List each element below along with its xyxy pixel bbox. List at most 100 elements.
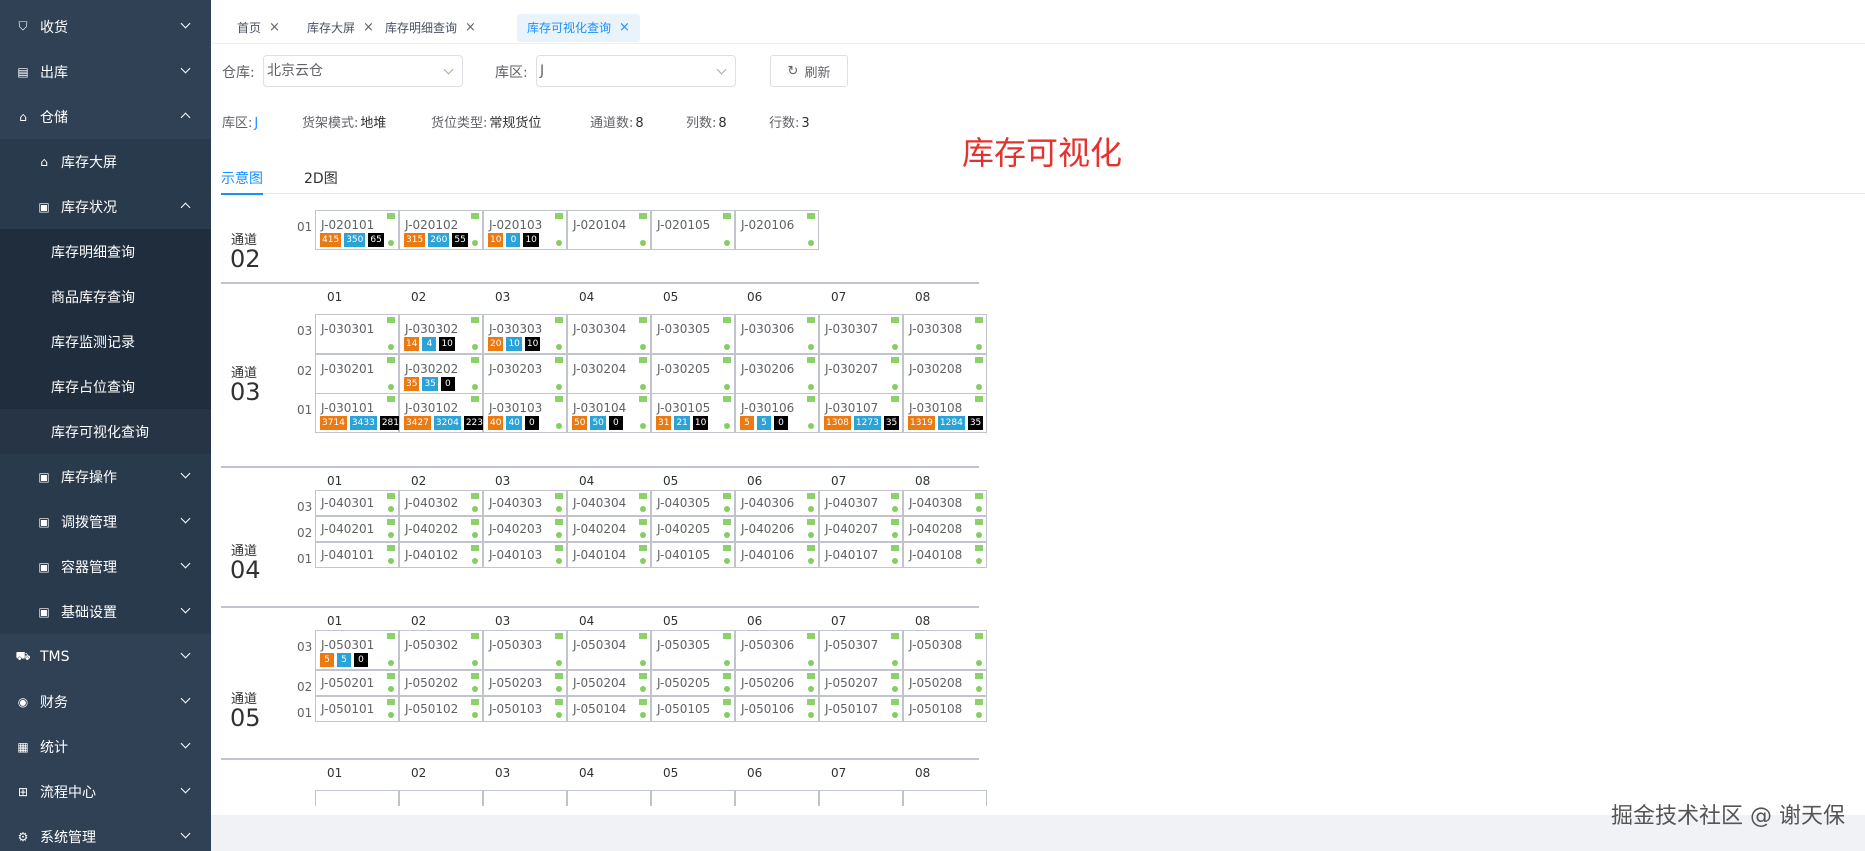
storage-location-cell[interactable]: J-040304 bbox=[567, 490, 651, 516]
storage-location-cell[interactable]: J-040204 bbox=[567, 516, 651, 542]
storage-location-cell[interactable]: J-040103 bbox=[483, 542, 567, 568]
storage-location-cell[interactable]: J-040202 bbox=[399, 516, 483, 542]
storage-location-cell[interactable]: J-050304 bbox=[567, 630, 651, 670]
storage-location-cell[interactable]: J-030103 40 40 0 bbox=[483, 393, 567, 433]
storage-location-cell[interactable]: J-030108 1319 1284 35 bbox=[903, 393, 987, 433]
storage-location-cell[interactable]: J-050204 bbox=[567, 670, 651, 696]
sidebar-item-tongji[interactable]: ▦ 统计 bbox=[0, 724, 211, 769]
storage-location-cell[interactable] bbox=[651, 790, 735, 806]
storage-location-cell[interactable]: J-050201 bbox=[315, 670, 399, 696]
storage-location-cell[interactable]: J-050206 bbox=[735, 670, 819, 696]
storage-location-cell[interactable]: J-040307 bbox=[819, 490, 903, 516]
storage-location-cell[interactable]: J-050305 bbox=[651, 630, 735, 670]
storage-location-cell[interactable]: J-050306 bbox=[735, 630, 819, 670]
storage-location-cell[interactable]: J-040207 bbox=[819, 516, 903, 542]
storage-location-cell[interactable]: J-050104 bbox=[567, 696, 651, 722]
storage-location-cell[interactable]: J-050203 bbox=[483, 670, 567, 696]
storage-location-cell[interactable]: J-050202 bbox=[399, 670, 483, 696]
storage-location-cell[interactable] bbox=[735, 790, 819, 806]
sidebar-item-kucunzhuangkuang[interactable]: ▣ 库存状况 bbox=[0, 184, 211, 229]
sidebar-item-tms[interactable]: ⛟ TMS bbox=[0, 634, 211, 679]
storage-location-cell[interactable]: J-030105 31 21 10 bbox=[651, 393, 735, 433]
storage-location-cell[interactable]: J-020102 315 260 55 bbox=[399, 210, 483, 250]
storage-location-cell[interactable]: J-050108 bbox=[903, 696, 987, 722]
sidebar-item-diaobo[interactable]: ▣ 调拨管理 bbox=[0, 499, 211, 544]
storage-location-cell[interactable]: J-030101 3714 3433 281 bbox=[315, 393, 401, 433]
storage-location-cell[interactable]: J-040203 bbox=[483, 516, 567, 542]
sidebar-item-xitong[interactable]: ⚙ 系统管理 bbox=[0, 814, 211, 851]
close-icon[interactable]: × bbox=[619, 14, 630, 42]
sidebar-item-jichu[interactable]: ▣ 基础设置 bbox=[0, 589, 211, 634]
sidebar-item-kucuncaozuo[interactable]: ▣ 库存操作 bbox=[0, 454, 211, 499]
close-icon[interactable]: × bbox=[465, 14, 476, 42]
storage-location-cell[interactable]: J-040107 bbox=[819, 542, 903, 568]
storage-location-cell[interactable]: J-050106 bbox=[735, 696, 819, 722]
storage-location-cell[interactable]: J-030202 35 35 0 bbox=[399, 354, 483, 394]
storage-location-cell[interactable]: J-050208 bbox=[903, 670, 987, 696]
storage-location-cell[interactable]: J-030201 bbox=[315, 354, 399, 394]
storage-location-cell[interactable]: J-030206 bbox=[735, 354, 819, 394]
storage-location-cell[interactable]: J-050102 bbox=[399, 696, 483, 722]
storage-location-cell[interactable]: J-050302 bbox=[399, 630, 483, 670]
storage-location-cell[interactable] bbox=[819, 790, 903, 806]
storage-location-cell[interactable]: J-040101 bbox=[315, 542, 399, 568]
tab-tag-3[interactable]: 库存可视化查询 × bbox=[517, 14, 640, 42]
storage-location-cell[interactable] bbox=[903, 790, 987, 806]
tab-tag-0[interactable]: 首页 × bbox=[227, 14, 290, 42]
storage-location-cell[interactable]: J-030307 bbox=[819, 314, 903, 354]
storage-location-cell[interactable]: J-030207 bbox=[819, 354, 903, 394]
storage-location-cell[interactable]: J-030208 bbox=[903, 354, 987, 394]
sidebar-item-liucheng[interactable]: ⊞ 流程中心 bbox=[0, 769, 211, 814]
storage-location-cell[interactable]: J-040306 bbox=[735, 490, 819, 516]
storage-location-cell[interactable]: J-040201 bbox=[315, 516, 399, 542]
storage-location-cell[interactable]: J-040302 bbox=[399, 490, 483, 516]
close-icon[interactable]: × bbox=[269, 14, 280, 42]
storage-location-cell[interactable]: J-050307 bbox=[819, 630, 903, 670]
storage-location-cell[interactable]: J-030203 bbox=[483, 354, 567, 394]
storage-location-cell[interactable]: J-030305 bbox=[651, 314, 735, 354]
storage-location-cell[interactable]: J-030106 5 5 0 bbox=[735, 393, 819, 433]
storage-location-cell[interactable]: J-050207 bbox=[819, 670, 903, 696]
sidebar-item-rongqi[interactable]: ▣ 容器管理 bbox=[0, 544, 211, 589]
storage-location-cell[interactable]: J-050308 bbox=[903, 630, 987, 670]
storage-location-cell[interactable]: J-050103 bbox=[483, 696, 567, 722]
storage-location-cell[interactable]: J-040303 bbox=[483, 490, 567, 516]
storage-location-cell[interactable]: J-050107 bbox=[819, 696, 903, 722]
storage-location-cell[interactable]: J-030104 50 50 0 bbox=[567, 393, 651, 433]
tab-2d[interactable]: 2D图 bbox=[304, 168, 338, 188]
storage-location-cell[interactable] bbox=[567, 790, 651, 806]
storage-location-cell[interactable]: J-050205 bbox=[651, 670, 735, 696]
tab-tag-1[interactable]: 库存大屏 × bbox=[297, 14, 384, 42]
storage-location-cell[interactable]: J-050101 bbox=[315, 696, 399, 722]
storage-location-cell[interactable]: J-030204 bbox=[567, 354, 651, 394]
warehouse-select[interactable]: 北京云仓 bbox=[263, 55, 463, 87]
storage-location-cell[interactable]: J-020106 bbox=[735, 210, 819, 250]
storage-location-cell[interactable]: J-020103 10 0 10 bbox=[483, 210, 567, 250]
storage-location-cell[interactable]: J-020101 415 350 65 bbox=[315, 210, 399, 250]
storage-location-cell[interactable]: J-040308 bbox=[903, 490, 987, 516]
close-icon[interactable]: × bbox=[363, 14, 374, 42]
storage-location-cell[interactable]: J-050303 bbox=[483, 630, 567, 670]
sidebar-item-cangchu[interactable]: ⌂ 仓储 bbox=[0, 94, 211, 139]
storage-location-cell[interactable]: J-030306 bbox=[735, 314, 819, 354]
storage-location-cell[interactable]: J-040208 bbox=[903, 516, 987, 542]
storage-location-cell[interactable]: J-040108 bbox=[903, 542, 987, 568]
sidebar-item-caiwu[interactable]: ◉ 财务 bbox=[0, 679, 211, 724]
sidebar-item-chuku[interactable]: ▤ 出库 bbox=[0, 49, 211, 94]
storage-location-cell[interactable]: J-040301 bbox=[315, 490, 399, 516]
storage-location-cell[interactable]: J-030304 bbox=[567, 314, 651, 354]
sidebar-item-kucunmingxi[interactable]: 库存明细查询 bbox=[0, 229, 211, 274]
storage-location-cell[interactable]: J-030205 bbox=[651, 354, 735, 394]
storage-location-cell[interactable]: J-020105 bbox=[651, 210, 735, 250]
sidebar-item-kucunjiance[interactable]: 库存监测记录 bbox=[0, 319, 211, 364]
storage-location-cell[interactable]: J-040206 bbox=[735, 516, 819, 542]
storage-location-cell[interactable]: J-040104 bbox=[567, 542, 651, 568]
storage-location-cell[interactable]: J-030302 14 4 10 bbox=[399, 314, 483, 354]
storage-location-cell[interactable] bbox=[483, 790, 567, 806]
storage-location-cell[interactable]: J-030102 3427 3204 223 bbox=[399, 393, 485, 433]
sidebar-item-kucunkeshihua[interactable]: 库存可视化查询 bbox=[0, 409, 211, 454]
storage-location-cell[interactable]: J-030107 1308 1273 35 bbox=[819, 393, 903, 433]
zone-select[interactable]: J bbox=[536, 55, 736, 87]
storage-location-cell[interactable] bbox=[399, 790, 483, 806]
storage-location-cell[interactable]: J-030303 20 10 10 bbox=[483, 314, 567, 354]
